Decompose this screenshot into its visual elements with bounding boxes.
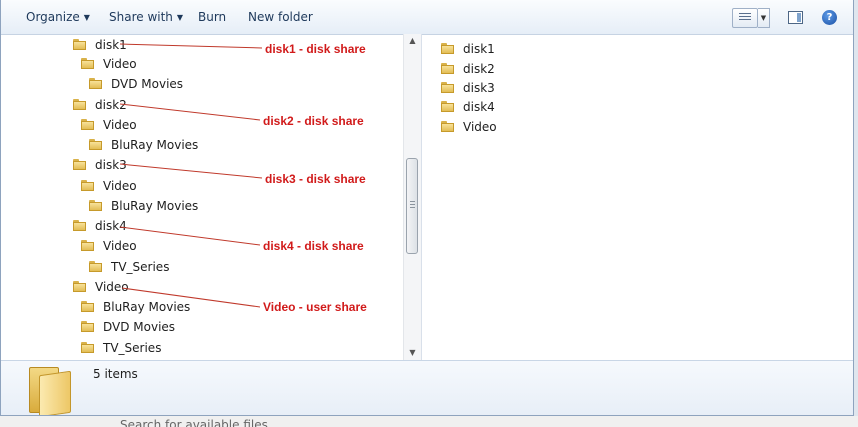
window-edge	[854, 0, 858, 416]
tree-item-label: Video	[103, 179, 137, 193]
partial-background-text: Search for available files	[120, 418, 268, 427]
file-item-label: Video	[463, 120, 497, 134]
tree-item-label: DVD Movies	[103, 320, 176, 334]
folder-icon	[441, 82, 454, 93]
tree-item-label: Video	[103, 118, 137, 132]
tree-item-video-share[interactable]: Video	[73, 278, 129, 296]
folder-icon	[81, 301, 94, 312]
folder-icon	[89, 200, 102, 211]
tree-item-label: Video	[103, 57, 137, 71]
tree-item-bluray-movies[interactable]: BluRay Movies	[89, 197, 198, 215]
annotation-disk4: disk4 - disk share	[263, 239, 364, 253]
folder-icon	[81, 321, 94, 332]
folder-icon	[89, 78, 102, 89]
folder-icon	[81, 119, 94, 130]
file-item-label: disk4	[463, 100, 495, 114]
folder-icon	[89, 139, 102, 150]
tree-item-video[interactable]: Video	[81, 116, 137, 134]
scroll-down-icon[interactable]: ▼	[404, 346, 421, 360]
navigation-pane: disk1 Video DVD Movies disk2 Video BluRa…	[9, 34, 422, 360]
tree-item-label: TV_Series	[111, 260, 170, 274]
scroll-thumb[interactable]	[406, 158, 418, 254]
tree-item-label: Video	[103, 239, 137, 253]
file-item-disk3[interactable]: disk3	[441, 79, 495, 97]
burn-button[interactable]: Burn	[198, 8, 226, 26]
folder-icon	[81, 180, 94, 191]
preview-pane-button[interactable]	[788, 11, 803, 24]
annotation-disk1: disk1 - disk share	[265, 42, 366, 56]
folder-icon	[441, 63, 454, 74]
tree-item-label: disk4	[95, 219, 127, 233]
command-bar: Organize ▼ Share with ▼ Burn New folder ▼ …	[1, 0, 853, 35]
file-item-label: disk3	[463, 81, 495, 95]
details-view-icon	[739, 13, 751, 23]
file-item-disk2[interactable]: disk2	[441, 60, 495, 78]
tree-item-tv-series[interactable]: TV_Series	[81, 339, 161, 357]
tree-item-video[interactable]: Video	[81, 177, 137, 195]
background-window-strip: Search for available files	[0, 416, 858, 427]
file-item-label: disk2	[463, 62, 495, 76]
folder-icon	[441, 101, 454, 112]
new-folder-label: New folder	[248, 10, 313, 24]
file-item-disk1[interactable]: disk1	[441, 40, 495, 58]
new-folder-button[interactable]: New folder	[248, 8, 313, 26]
folder-icon	[81, 58, 94, 69]
folder-icon	[73, 220, 86, 231]
file-item-disk4[interactable]: disk4	[441, 98, 495, 116]
burn-label: Burn	[198, 10, 227, 24]
folder-icon	[441, 43, 454, 54]
file-item-video[interactable]: Video	[441, 118, 497, 136]
chevron-down-icon: ▼	[83, 13, 90, 22]
file-list-pane: disk1 disk2 disk3 disk4 Video	[421, 34, 853, 360]
share-with-button[interactable]: Share with ▼	[109, 8, 183, 26]
details-pane: 5 items	[1, 360, 853, 415]
tree-item-video[interactable]: Video	[81, 55, 137, 73]
annotation-video: Video - user share	[263, 300, 367, 314]
tree-item-dvd-movies[interactable]: DVD Movies	[81, 318, 175, 336]
chevron-down-icon: ▼	[760, 14, 767, 22]
help-icon[interactable]: ?	[822, 10, 837, 25]
folder-icon	[81, 240, 94, 251]
large-folder-icon	[25, 367, 73, 415]
tree-item-label: Video	[95, 280, 129, 294]
tree-item-tv-series[interactable]: TV_Series	[89, 258, 169, 276]
folder-icon	[73, 99, 86, 110]
tree-item-dvd-movies[interactable]: DVD Movies	[89, 75, 183, 93]
folder-icon	[73, 159, 86, 170]
tree-item-label: BluRay Movies	[111, 199, 199, 213]
organize-button[interactable]: Organize ▼	[26, 8, 90, 26]
tree-item-disk4[interactable]: disk4	[73, 217, 127, 235]
nav-scrollbar[interactable]: ▲ ▼	[403, 34, 421, 360]
tree-item-bluray-movies[interactable]: BluRay Movies	[89, 136, 198, 154]
chevron-down-icon: ▼	[176, 13, 184, 22]
tree-item-disk2[interactable]: disk2	[73, 96, 127, 114]
folder-icon	[89, 261, 102, 272]
folder-icon	[73, 39, 86, 50]
tree-item-disk3[interactable]: disk3	[73, 156, 127, 174]
change-view-button[interactable]	[732, 8, 758, 28]
tree-item-bluray-movies[interactable]: BluRay Movies	[81, 298, 190, 316]
tree-item-label: BluRay Movies	[103, 300, 191, 314]
folder-icon	[81, 342, 94, 353]
tree-item-label: disk1	[95, 38, 127, 52]
tree-item-video[interactable]: Video	[81, 237, 137, 255]
tree-item-label: TV_Series	[103, 341, 162, 355]
annotation-disk3: disk3 - disk share	[265, 172, 366, 186]
organize-label: Organize	[26, 10, 80, 24]
tree-item-label: DVD Movies	[111, 77, 184, 91]
file-item-label: disk1	[463, 42, 495, 56]
scroll-up-icon[interactable]: ▲	[404, 34, 421, 48]
share-with-label: Share with	[109, 10, 173, 24]
folder-icon	[73, 281, 86, 292]
folder-icon	[441, 121, 454, 132]
annotation-disk2: disk2 - disk share	[263, 114, 364, 128]
tree-item-disk1[interactable]: disk1	[73, 36, 127, 54]
tree-item-label: disk3	[95, 158, 127, 172]
item-count: 5 items	[93, 367, 138, 381]
view-options-dropdown[interactable]: ▼	[758, 8, 770, 28]
tree-item-label: disk2	[95, 98, 127, 112]
explorer-window: Organize ▼ Share with ▼ Burn New folder ▼ …	[0, 0, 854, 416]
tree-item-label: BluRay Movies	[111, 138, 199, 152]
